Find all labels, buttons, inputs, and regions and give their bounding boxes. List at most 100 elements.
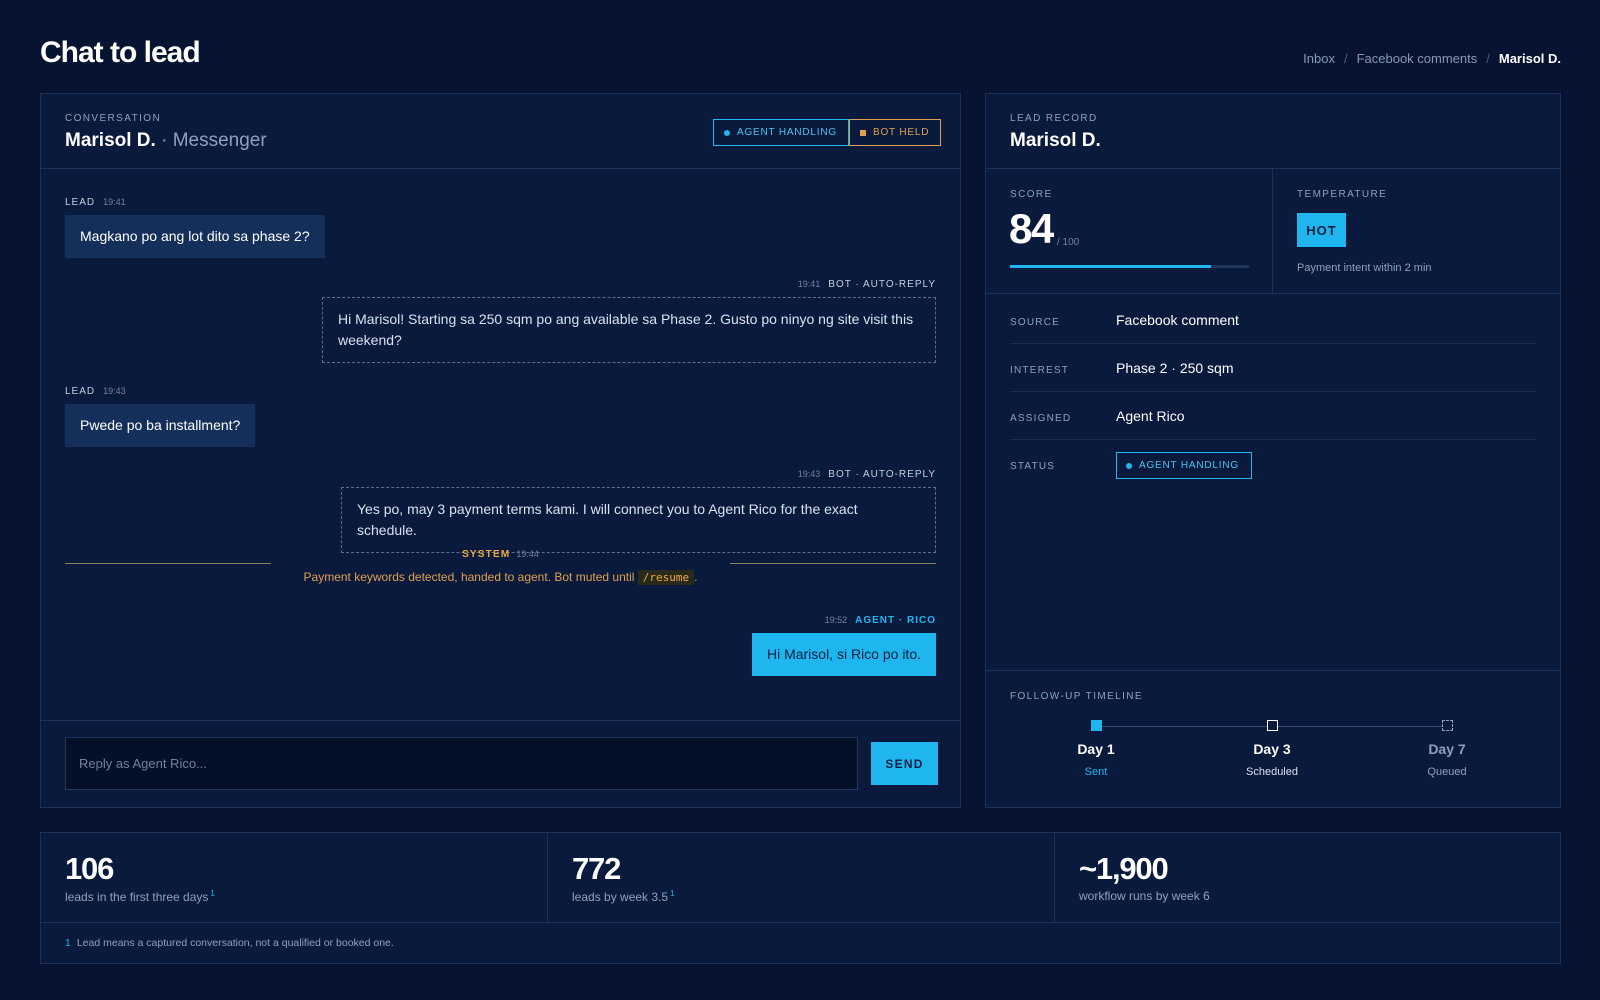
message-sender: LEAD bbox=[65, 386, 96, 397]
system-message-text: Payment keywords detected, handed to age… bbox=[303, 570, 635, 584]
stat-label: workflow runs by week 6 bbox=[1079, 889, 1210, 903]
score-progress-bar bbox=[1010, 265, 1249, 268]
stat-leads-first-three-days: 106 leads in the first three days 1 bbox=[41, 833, 548, 922]
title-separator: · bbox=[155, 130, 173, 151]
message-sender: BOT · AUTO-REPLY bbox=[828, 279, 936, 290]
bot-message-bubble: Hi Marisol! Starting sa 250 sqm po ang a… bbox=[322, 297, 936, 363]
breadcrumb-separator: / bbox=[1343, 51, 1348, 66]
page-header: Chat to lead Inbox / Facebook comments /… bbox=[40, 30, 1561, 80]
system-message-end: . bbox=[694, 570, 698, 584]
agent-handling-label: AGENT HANDLING bbox=[737, 127, 837, 138]
score-label: SCORE bbox=[1010, 189, 1053, 200]
lead-message-bubble: Magkano po ang lot dito sa phase 2? bbox=[65, 215, 325, 258]
footnote-marker: 1 bbox=[210, 889, 215, 898]
breadcrumb-separator: / bbox=[1486, 51, 1490, 66]
footnote: 1 Lead means a captured conversation, not… bbox=[65, 937, 394, 949]
breadcrumb-inbox[interactable]: Inbox bbox=[1303, 51, 1335, 66]
lead-message-bubble: Pwede po ba installment? bbox=[65, 404, 256, 447]
timeline-step-day-3: Day 3 Scheduled bbox=[1212, 720, 1332, 778]
field-row-status: STATUS AGENT HANDLING bbox=[1010, 440, 1536, 488]
status-dot-icon bbox=[724, 129, 730, 136]
message-meta: LEAD 19:41 bbox=[65, 197, 126, 208]
reply-composer: SEND bbox=[41, 720, 960, 807]
message-time: 19:43 bbox=[103, 386, 126, 396]
temperature-cell: TEMPERATURE HOT Payment intent within 2 … bbox=[1273, 169, 1560, 293]
stat-label-text: workflow runs by week 6 bbox=[1079, 889, 1210, 903]
message-sender: AGENT · RICO bbox=[855, 615, 936, 626]
breadcrumb-current: Marisol D. bbox=[1498, 51, 1561, 66]
timeline-step-day-7: Day 7 Queued bbox=[1387, 720, 1507, 778]
stat-leads-by-week: 772 leads by week 3.5 1 bbox=[548, 833, 1055, 922]
score-row: SCORE 84 / 100 TEMPERATURE HOT Payment i… bbox=[986, 169, 1560, 294]
agent-message-bubble: Hi Marisol, si Rico po ito. bbox=[751, 633, 936, 676]
resume-command: /resume bbox=[637, 570, 695, 585]
message-sender: LEAD bbox=[65, 197, 96, 208]
message-meta: 19:52 AGENT · RICO bbox=[825, 615, 936, 626]
stat-value: 772 bbox=[572, 851, 621, 886]
footnote-text: Lead means a captured conversation, not … bbox=[76, 937, 394, 949]
score-progress-fill bbox=[1010, 265, 1211, 268]
system-meta: SYSTEM 19:44 bbox=[41, 549, 960, 560]
breadcrumb: Inbox / Facebook comments / Marisol D. bbox=[1303, 51, 1561, 66]
temperature-note: Payment intent within 2 min bbox=[1297, 262, 1432, 274]
system-message: Payment keywords detected, handed to age… bbox=[41, 570, 960, 585]
conversation-title: Marisol D. · Messenger bbox=[65, 130, 267, 152]
stat-label-text: leads in the first three days bbox=[65, 890, 209, 904]
message-meta: LEAD 19:43 bbox=[65, 386, 126, 397]
status-square-icon bbox=[860, 129, 866, 136]
field-value: Agent Rico bbox=[1116, 408, 1185, 424]
timeline-label: FOLLOW-UP TIMELINE bbox=[1010, 691, 1144, 702]
bot-held-label: BOT HELD bbox=[873, 127, 930, 138]
message-sender: BOT · AUTO-REPLY bbox=[828, 469, 936, 480]
system-time: 19:44 bbox=[516, 549, 539, 559]
timeline-status: Queued bbox=[1427, 766, 1467, 778]
timeline-sent-node-icon bbox=[1090, 720, 1102, 731]
stats-footer: 1 Lead means a captured conversation, not… bbox=[41, 922, 1560, 964]
lead-name: Marisol D. bbox=[1010, 130, 1101, 151]
temperature-badge: HOT bbox=[1297, 213, 1346, 247]
timeline-queued-node-icon bbox=[1441, 720, 1453, 731]
conversation-header: CONVERSATION Marisol D. · Messenger AGEN… bbox=[41, 94, 960, 169]
status-dot-icon bbox=[1126, 462, 1132, 469]
timeline-status: Scheduled bbox=[1246, 766, 1298, 778]
field-value: Facebook comment bbox=[1116, 312, 1239, 328]
timeline-step-day-1: Day 1 Sent bbox=[1036, 720, 1156, 778]
temperature-label: TEMPERATURE bbox=[1297, 189, 1388, 200]
field-row-source: SOURCE Facebook comment bbox=[1010, 296, 1536, 344]
field-label: INTEREST bbox=[1010, 365, 1070, 376]
bot-held-badge: BOT HELD bbox=[849, 119, 942, 146]
message-meta: 19:41 BOT · AUTO-REPLY bbox=[798, 279, 936, 290]
score-cell: SCORE 84 / 100 bbox=[986, 169, 1273, 293]
stat-label-text: leads by week 3.5 bbox=[572, 890, 669, 904]
system-divider-right bbox=[730, 563, 936, 564]
message-time: 19:43 bbox=[797, 469, 821, 479]
system-divider-left bbox=[65, 563, 271, 564]
message-time: 19:52 bbox=[824, 615, 848, 625]
conversation-contact-name: Marisol D. bbox=[65, 130, 156, 151]
lead-record-panel: LEAD RECORD Marisol D. SCORE 84 / 100 TE… bbox=[985, 93, 1561, 808]
follow-up-timeline: FOLLOW-UP TIMELINE Day 1 Sent Day 3 Sche… bbox=[986, 670, 1560, 807]
breadcrumb-facebook-comments[interactable]: Facebook comments bbox=[1357, 51, 1478, 66]
timeline-day: Day 1 bbox=[1077, 741, 1115, 757]
message-time: 19:41 bbox=[797, 279, 821, 289]
stat-value: ~1,900 bbox=[1079, 851, 1169, 886]
message-meta: 19:43 BOT · AUTO-REPLY bbox=[798, 469, 936, 480]
lead-header: LEAD RECORD Marisol D. bbox=[986, 94, 1560, 169]
stats-panel: 106 leads in the first three days 1 772 l… bbox=[40, 832, 1561, 964]
field-label: STATUS bbox=[1010, 461, 1056, 472]
status-badge: AGENT HANDLING bbox=[1116, 452, 1252, 479]
message-time: 19:41 bbox=[103, 197, 126, 207]
footnote-number: 1 bbox=[65, 937, 71, 949]
lead-fields: SOURCE Facebook comment INTEREST Phase 2… bbox=[1010, 296, 1536, 488]
conversation-eyebrow: CONVERSATION bbox=[65, 113, 162, 124]
field-label: ASSIGNED bbox=[1010, 413, 1072, 424]
timeline-scheduled-node-icon bbox=[1266, 720, 1278, 731]
field-row-assigned: ASSIGNED Agent Rico bbox=[1010, 392, 1536, 440]
stat-workflow-runs: ~1,900 workflow runs by week 6 bbox=[1055, 833, 1562, 922]
conversation-channel: Messenger bbox=[172, 130, 267, 151]
score-max: / 100 bbox=[1057, 237, 1080, 248]
timeline-status: Sent bbox=[1084, 766, 1108, 778]
stat-label: leads by week 3.5 1 bbox=[572, 889, 675, 904]
reply-input[interactable] bbox=[65, 737, 858, 790]
send-button[interactable]: SEND bbox=[871, 742, 938, 785]
